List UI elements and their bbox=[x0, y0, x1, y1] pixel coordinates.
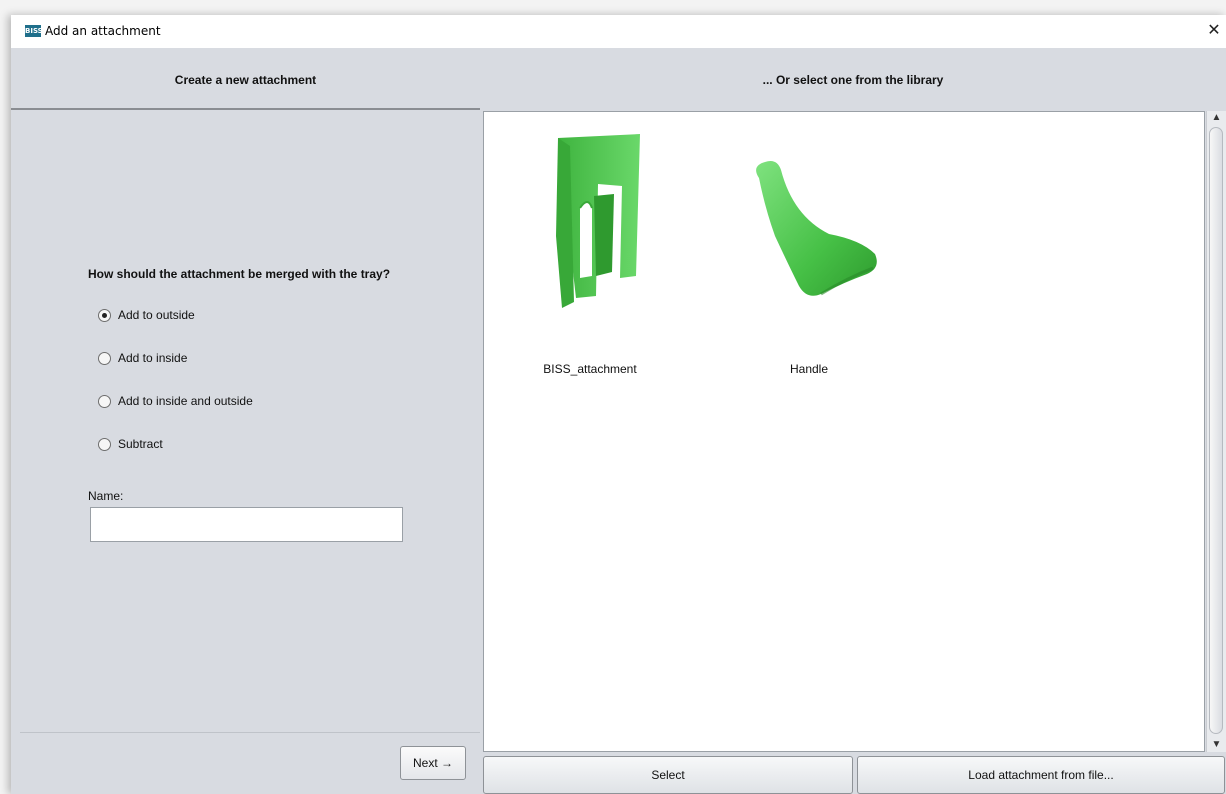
radio-button[interactable] bbox=[98, 437, 111, 451]
name-label: Name: bbox=[88, 489, 124, 503]
tab-library[interactable]: ... Or select one from the library bbox=[480, 48, 1226, 110]
library-scrollbar[interactable]: ▲ ▼ bbox=[1206, 111, 1226, 752]
library-item-label: Handle bbox=[789, 362, 829, 376]
title-bar[interactable]: BISS Add an attachment ✕ bbox=[11, 15, 1226, 48]
tab-create-new-label: Create a new attachment bbox=[174, 73, 317, 87]
radio-label: Add to outside bbox=[118, 308, 195, 322]
footer-divider bbox=[20, 732, 480, 733]
dialog-window: BISS Add an attachment ✕ Create a new at… bbox=[11, 15, 1226, 794]
library-item-biss-attachment[interactable]: BISS_attachment bbox=[510, 126, 670, 376]
scroll-up-arrow-icon[interactable]: ▲ bbox=[1207, 111, 1226, 125]
attachment-library: BISS_attachment Handle bbox=[483, 111, 1205, 752]
biss-attachment-thumbnail-icon bbox=[510, 126, 670, 326]
radio-button-checked[interactable] bbox=[98, 308, 111, 322]
close-icon[interactable]: ✕ bbox=[1206, 20, 1222, 40]
radio-label: Subtract bbox=[118, 437, 163, 451]
select-button[interactable]: Select bbox=[483, 756, 853, 794]
tab-library-label: ... Or select one from the library bbox=[762, 73, 944, 87]
app-icon: BISS bbox=[25, 25, 43, 37]
radio-label: Add to inside and outside bbox=[118, 394, 253, 408]
radio-button[interactable] bbox=[98, 394, 111, 408]
radio-add-to-inside-and-outside[interactable]: Add to inside and outside bbox=[98, 394, 253, 408]
tab-create-new[interactable]: Create a new attachment bbox=[11, 48, 480, 110]
create-panel: How should the attachment be merged with… bbox=[20, 111, 480, 732]
radio-add-to-inside[interactable]: Add to inside bbox=[98, 351, 187, 365]
load-from-file-button[interactable]: Load attachment from file... bbox=[857, 756, 1225, 794]
window-title: Add an attachment bbox=[45, 24, 161, 38]
library-item-handle[interactable]: Handle bbox=[729, 126, 889, 376]
merge-question: How should the attachment be merged with… bbox=[88, 267, 391, 281]
radio-subtract[interactable]: Subtract bbox=[98, 437, 163, 451]
library-item-label: BISS_attachment bbox=[543, 362, 637, 376]
radio-add-to-outside[interactable]: Add to outside bbox=[98, 308, 195, 322]
radio-button[interactable] bbox=[98, 351, 111, 365]
scroll-thumb[interactable] bbox=[1209, 127, 1223, 734]
scroll-down-arrow-icon[interactable]: ▼ bbox=[1207, 738, 1226, 752]
handle-thumbnail-icon bbox=[729, 126, 889, 326]
next-button[interactable]: Next → bbox=[400, 746, 466, 780]
name-field[interactable] bbox=[90, 507, 403, 542]
radio-label: Add to inside bbox=[118, 351, 188, 365]
